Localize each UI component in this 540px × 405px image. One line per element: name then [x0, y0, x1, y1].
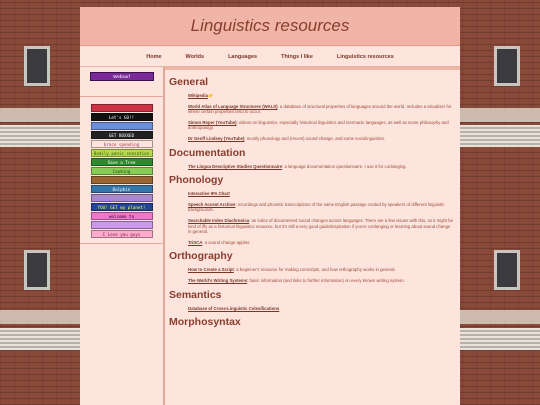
resource-link[interactable]: TriSCA [188, 240, 202, 245]
nav-worlds[interactable]: Worlds [174, 54, 217, 60]
section-heading: Semantics [169, 288, 222, 301]
badge-button[interactable]: YOU! GET my planet! [90, 203, 153, 211]
resource-description: : basic information (and links to furthe… [247, 277, 405, 283]
content-top-strip [165, 67, 460, 70]
background-shutter [460, 125, 540, 147]
sidebar: Websurf Let's GO!! GET BOXXED brace spendi… [80, 67, 165, 405]
site-title: Linguistics resources [190, 16, 350, 35]
section-heading: Orthography [169, 250, 233, 263]
background-window [24, 46, 50, 86]
badge-button[interactable]: I Love you guys [90, 230, 153, 238]
resource-entry: Wikipedia👉 [188, 93, 454, 99]
resource-link[interactable]: Searchable Index Diachronica [188, 218, 249, 223]
resource-entry: TriSCA: a sound change applier. [188, 240, 454, 246]
badge-button[interactable]: Let's GO!! [90, 113, 153, 121]
resource-link[interactable]: The World's Writing Systems [188, 278, 247, 283]
resource-entry: Database of Cross-Linguistic Colexificat… [188, 306, 454, 312]
resource-link[interactable]: Wikipedia [188, 93, 208, 98]
resource-link[interactable]: World Atlas of Language Structures (WALS… [188, 104, 278, 109]
badge-list: Let's GO!! GET BOXXED brace spending Bodily… [80, 97, 163, 238]
background-shutter [460, 328, 540, 350]
resource-link[interactable]: Interactive IPA Chart [188, 191, 230, 196]
section-heading: Documentation [169, 146, 246, 159]
badge-button[interactable]: Dolphin [90, 185, 153, 193]
badge-button[interactable] [90, 221, 153, 229]
resource-entry: World Atlas of Language Structures (WALS… [188, 104, 454, 115]
resource-description: : a sound change applier. [202, 239, 251, 245]
resource-entry: Speech Accent Archive: recordings and ph… [188, 202, 454, 213]
badge-button[interactable] [90, 104, 153, 112]
nav-languages[interactable]: Languages [216, 54, 269, 60]
section-heading: Phonology [169, 174, 224, 187]
badge-button[interactable]: GET BOXXED [90, 131, 153, 139]
resource-entry: Searchable Index Diachronica: an index o… [188, 218, 454, 235]
resource-description: : a beginner's resource for making consc… [233, 267, 396, 273]
nav-home[interactable]: Home [134, 54, 173, 60]
resource-entry: The World's Writing Systems: basic infor… [188, 278, 454, 284]
badge-button[interactable] [90, 194, 153, 202]
sidebar-divider [80, 81, 163, 97]
resource-entry: How to Create a Script: a beginner's res… [188, 267, 454, 273]
background-shutter [0, 125, 80, 147]
resource-link[interactable]: Simon Roper (YouTube) [188, 120, 237, 125]
main-content: General Wikipedia👉 World Atlas of Language… [165, 67, 460, 405]
badge-button[interactable]: Cooking [90, 167, 153, 175]
badge-button[interactable]: welcome to [90, 212, 153, 220]
resource-description: : mostly phonology and (recent) sound ch… [244, 135, 386, 141]
resource-link[interactable]: Speech Accent Archive [188, 202, 235, 207]
nav-linguistics-resources[interactable]: Linguistics resources [325, 54, 406, 60]
resource-entry: Simon Roper (YouTube): videos on linguis… [188, 120, 454, 131]
section-heading: General [169, 76, 209, 88]
resource-link[interactable]: The Lingua Descriptive Studies Questionn… [188, 164, 282, 169]
badge-button[interactable] [90, 122, 153, 130]
background-window [494, 46, 520, 86]
badge-button[interactable]: brace spending [90, 140, 153, 148]
main-nav: Home Worlds Languages Things I like Ling… [80, 47, 460, 67]
background-window [494, 250, 520, 290]
badge-button[interactable]: Save a Tree [90, 158, 153, 166]
resource-link[interactable]: Dr Geoff Lindsey (YouTube) [188, 136, 244, 141]
page-container: Linguistics resources Home Worlds Langua… [80, 7, 460, 405]
main-columns: Websurf Let's GO!! GET BOXXED brace spendi… [80, 67, 460, 405]
websurf-button[interactable]: Websurf [89, 72, 154, 81]
background-shutter [0, 328, 80, 350]
site-banner: Linguistics resources [80, 7, 460, 46]
badge-button[interactable] [90, 176, 153, 184]
sidebar-divider [80, 243, 163, 244]
resource-link[interactable]: How to Create a Script [188, 267, 234, 272]
resource-description: 👉 [208, 93, 214, 98]
badge-button[interactable]: Bodily panic sensation [90, 149, 153, 157]
resource-entry: Interactive IPA Chart [188, 191, 454, 197]
resource-entry: The Lingua Descriptive Studies Questionn… [188, 164, 454, 170]
resource-entry: Dr Geoff Lindsey (YouTube): mostly phono… [188, 136, 454, 142]
resource-link[interactable]: Database of Cross-Linguistic Colexificat… [188, 306, 279, 311]
nav-things-i-like[interactable]: Things I like [269, 54, 325, 60]
background-window [24, 250, 50, 290]
resource-description: : a language documentation questionnaire… [282, 163, 407, 169]
section-heading: Morphosyntax [169, 316, 241, 329]
